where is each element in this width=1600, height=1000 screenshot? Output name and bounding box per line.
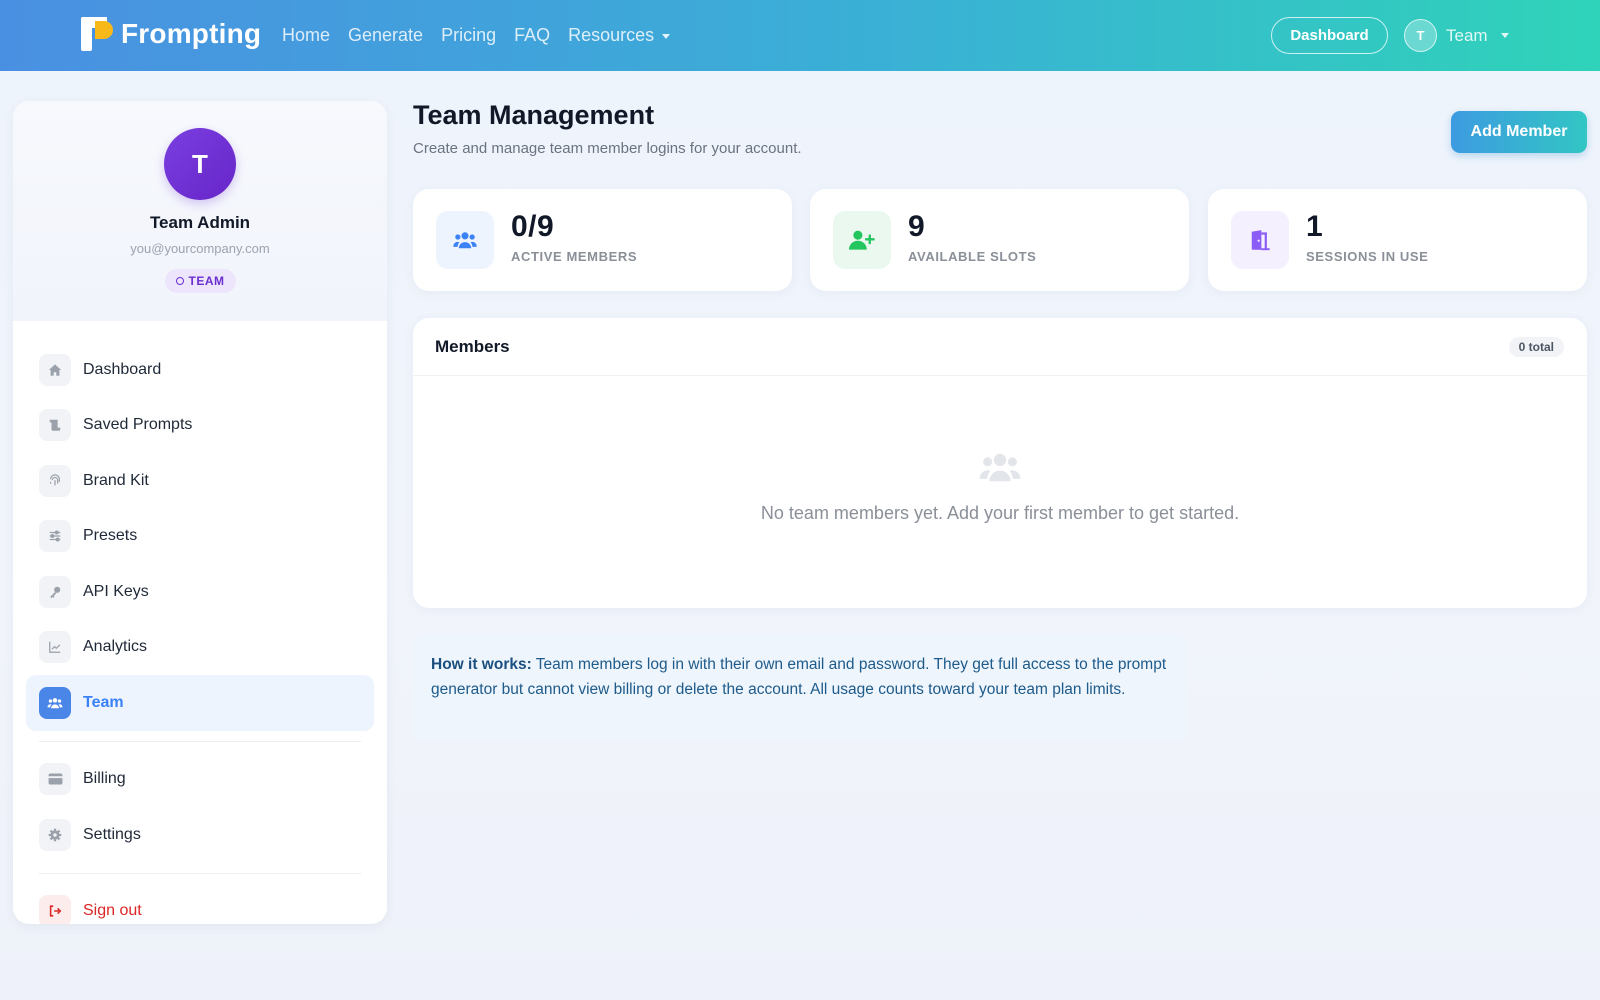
sidebar-menu: Dashboard Saved Prompts Brand Kit Preset…: [13, 321, 387, 924]
stat-card-available-slots: 9 AVAILABLE SLOTS: [810, 189, 1189, 291]
nav-resources-label: Resources: [568, 25, 655, 45]
door-open-icon: [1231, 211, 1289, 269]
sidebar: T Team Admin you@yourcompany.com TEAM Da…: [13, 101, 387, 924]
plan-badge: TEAM: [164, 269, 236, 293]
sidebar-item-label: Saved Prompts: [83, 416, 193, 434]
add-member-button[interactable]: Add Member: [1451, 111, 1587, 153]
page-title: Team Management: [413, 100, 655, 130]
sidebar-item-label: Billing: [83, 770, 126, 788]
nav-resources-dropdown[interactable]: Resources: [568, 25, 671, 46]
profile-name: Team Admin: [149, 213, 251, 232]
brand-name: Frompting: [121, 18, 262, 49]
sidebar-item-label: Brand Kit: [83, 471, 149, 489]
users-icon: [39, 686, 71, 719]
chevron-down-icon: [1500, 33, 1509, 38]
members-card: Members 0 total No team members yet. Add…: [413, 318, 1587, 608]
sidebar-item-api-keys[interactable]: API Keys: [26, 564, 374, 620]
sidebar-item-presets[interactable]: Presets: [26, 509, 374, 565]
user-menu-dropdown[interactable]: T Team: [1404, 19, 1509, 52]
sidebar-item-label: Sign out: [83, 902, 142, 920]
sidebar-item-label: Dashboard: [83, 360, 162, 378]
empty-state-text: No team members yet. Add your first memb…: [760, 503, 1240, 523]
nav-link-home[interactable]: Home: [282, 25, 330, 46]
info-lead: How it works:: [431, 656, 532, 673]
gear-icon: [39, 818, 71, 851]
info-text: Team members log in with their own email…: [431, 656, 1167, 698]
members-empty-state: No team members yet. Add your first memb…: [413, 376, 1587, 524]
sidebar-item-team[interactable]: Team: [26, 675, 374, 731]
sidebar-item-label: Analytics: [83, 638, 148, 656]
stat-label: AVAILABLE SLOTS: [908, 249, 1037, 264]
sidebar-item-sign-out[interactable]: Sign out: [26, 884, 374, 924]
menu-divider: [39, 872, 361, 874]
credit-card-icon: [39, 763, 71, 796]
sidebar-item-label: Settings: [83, 825, 141, 843]
how-it-works-info: How it works: Team members log in with t…: [413, 634, 1187, 741]
sidebar-item-analytics[interactable]: Analytics: [26, 620, 374, 676]
profile-card: T Team Admin you@yourcompany.com TEAM: [13, 101, 387, 321]
user-menu-label: Team: [1446, 25, 1488, 45]
nav-links: Home Generate Pricing FAQ Resources: [282, 0, 688, 71]
stat-value: 0/9: [511, 210, 555, 243]
nav-link-generate[interactable]: Generate: [348, 25, 423, 46]
members-title: Members: [435, 336, 510, 356]
sidebar-item-label: Team: [83, 693, 124, 711]
users-icon: [436, 211, 494, 269]
nav-link-faq[interactable]: FAQ: [514, 25, 550, 46]
chevron-down-icon: [662, 33, 671, 39]
sidebar-item-settings[interactable]: Settings: [26, 807, 374, 863]
profile-email: you@yourcompany.com: [130, 241, 270, 256]
stat-value: 1: [1306, 210, 1324, 243]
profile-avatar: T: [164, 128, 236, 200]
sidebar-item-saved-prompts[interactable]: Saved Prompts: [26, 398, 374, 454]
members-total-badge: 0 total: [1508, 336, 1564, 357]
top-navbar: Frompting Home Generate Pricing FAQ Reso…: [0, 0, 1600, 71]
sliders-icon: [39, 520, 71, 553]
stat-card-sessions-in-use: 1 SESSIONS IN USE: [1208, 189, 1587, 291]
sidebar-item-dashboard[interactable]: Dashboard: [26, 342, 374, 398]
stat-label: SESSIONS IN USE: [1306, 249, 1429, 264]
stat-value: 9: [908, 210, 926, 243]
circle-icon: [175, 277, 184, 285]
stat-label: ACTIVE MEMBERS: [511, 249, 638, 264]
home-icon: [39, 353, 71, 386]
sign-out-icon: [39, 895, 71, 924]
brand-logo-link[interactable]: Frompting: [81, 17, 261, 51]
fingerprint-icon: [39, 464, 71, 497]
members-header: Members 0 total: [413, 318, 1587, 376]
scroll-icon: [39, 409, 71, 442]
sidebar-item-label: Presets: [83, 527, 138, 545]
sidebar-item-billing[interactable]: Billing: [26, 752, 374, 808]
nav-link-pricing[interactable]: Pricing: [441, 25, 496, 46]
menu-divider: [39, 740, 361, 742]
nav-dashboard-button[interactable]: Dashboard: [1271, 17, 1388, 54]
chart-line-icon: [39, 631, 71, 664]
frompting-logo-icon: [81, 17, 113, 51]
page-subtitle: Create and manage team member logins for…: [413, 140, 802, 157]
users-icon: [977, 448, 1023, 491]
user-plus-icon: [833, 211, 891, 269]
sidebar-item-label: API Keys: [83, 582, 149, 600]
plan-badge-label: TEAM: [188, 274, 225, 288]
sidebar-item-brand-kit[interactable]: Brand Kit: [26, 453, 374, 509]
stat-card-active-members: 0/9 ACTIVE MEMBERS: [413, 189, 792, 291]
key-icon: [39, 575, 71, 608]
user-avatar: T: [1404, 19, 1437, 52]
